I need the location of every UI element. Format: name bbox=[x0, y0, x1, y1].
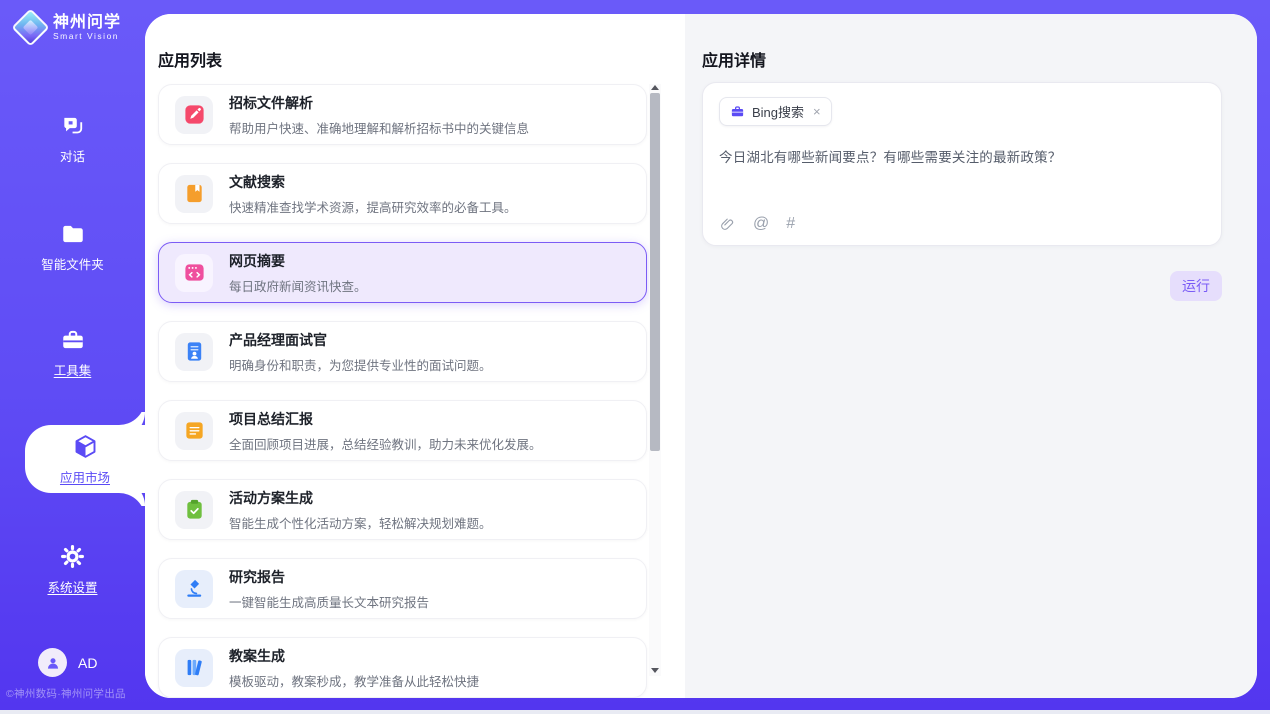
app-description: 智能生成个性化活动方案，轻松解决规划难题。 bbox=[229, 513, 492, 532]
sidebar-item-toolset[interactable]: 工具集 bbox=[0, 322, 145, 384]
app-description: 每日政府新闻资讯快查。 bbox=[229, 276, 367, 295]
app-description: 明确身份和职责，为您提供专业性的面试问题。 bbox=[229, 355, 492, 374]
sidebar-item-label: 对话 bbox=[60, 146, 85, 165]
copyright-footer: ©神州数码·神州问学出品 bbox=[6, 686, 145, 701]
icon-tile bbox=[175, 649, 213, 687]
app-card-event-plan[interactable]: 活动方案生成 智能生成个性化活动方案，轻松解决规划难题。 bbox=[158, 479, 647, 540]
chip-close-icon[interactable]: × bbox=[813, 104, 821, 119]
app-description: 模板驱动，教案秒成，教学准备从此轻松快捷 bbox=[229, 671, 479, 690]
icon-tile bbox=[175, 96, 213, 134]
app-name: 研究报告 bbox=[229, 567, 429, 587]
app-list-title: 应用列表 bbox=[158, 47, 222, 71]
app-card-list: 招标文件解析 帮助用户快速、准确地理解和解析招标书中的关键信息 bbox=[158, 84, 647, 698]
run-row: 运行 bbox=[702, 271, 1222, 301]
tool-chip-bing-search[interactable]: Bing搜索 × bbox=[719, 97, 832, 126]
main-panel: 应用列表 招标文件解析 帮助用户快速 bbox=[145, 14, 1257, 698]
app-description: 快速精准查找学术资源，提高研究效率的必备工具。 bbox=[229, 197, 517, 216]
run-button[interactable]: 运行 bbox=[1170, 271, 1222, 301]
app-card-literature-search[interactable]: 文献搜索 快速精准查找学术资源，提高研究效率的必备工具。 bbox=[158, 163, 647, 224]
scrollbar-thumb[interactable] bbox=[650, 93, 660, 451]
chat-icon bbox=[60, 113, 86, 139]
app-name: 网页摘要 bbox=[229, 251, 367, 271]
user-avatar-icon bbox=[38, 648, 67, 677]
prompt-text[interactable]: 今日湖北有哪些新闻要点？有哪些需要关注的最新政策？ bbox=[719, 146, 1205, 166]
icon-tile bbox=[175, 175, 213, 213]
app-name: 教案生成 bbox=[229, 646, 479, 666]
scrollbar-up-arrow-icon[interactable] bbox=[651, 85, 659, 90]
app-detail-panel: 应用详情 Bing搜索 × 今日湖北有哪些新闻要点？有哪些需要关注的最新政策？ bbox=[685, 14, 1257, 698]
app-list-panel: 应用列表 招标文件解析 帮助用户快速 bbox=[145, 14, 685, 698]
folder-icon bbox=[60, 221, 86, 247]
app-name: 文献搜索 bbox=[229, 172, 517, 192]
icon-tile bbox=[175, 412, 213, 450]
sidebar-item-label: 系统设置 bbox=[47, 577, 97, 596]
user-name: AD bbox=[78, 655, 97, 671]
app-name: 活动方案生成 bbox=[229, 488, 492, 508]
hash-icon[interactable]: # bbox=[786, 215, 795, 233]
icon-tile bbox=[175, 254, 213, 292]
icon-tile bbox=[175, 333, 213, 371]
browser-code-icon bbox=[183, 261, 206, 284]
app-description: 全面回顾项目进展，总结经验教训，助力未来优化发展。 bbox=[229, 434, 542, 453]
app-detail-title: 应用详情 bbox=[702, 47, 766, 71]
clipboard-check-icon bbox=[183, 498, 206, 521]
user-account[interactable]: AD bbox=[38, 648, 97, 677]
mention-icon[interactable]: @ bbox=[753, 215, 769, 233]
app-card-research-report[interactable]: 研究报告 一键智能生成高质量长文本研究报告 bbox=[158, 558, 647, 619]
app-name: 项目总结汇报 bbox=[229, 409, 542, 429]
books-icon bbox=[183, 656, 206, 679]
tool-chip-label: Bing搜索 bbox=[752, 102, 804, 121]
edit-document-icon bbox=[183, 103, 206, 126]
app-card-lesson-plan[interactable]: 教案生成 模板驱动，教案秒成，教学准备从此轻松快捷 bbox=[158, 637, 647, 698]
app-card-bid-parsing[interactable]: 招标文件解析 帮助用户快速、准确地理解和解析招标书中的关键信息 bbox=[158, 84, 647, 145]
sidebar-item-label: 应用市场 bbox=[60, 467, 110, 486]
prompt-card: Bing搜索 × 今日湖北有哪些新闻要点？有哪些需要关注的最新政策？ @ # bbox=[702, 82, 1222, 246]
app-description: 帮助用户快速、准确地理解和解析招标书中的关键信息 bbox=[229, 118, 529, 137]
briefcase-icon bbox=[730, 104, 745, 119]
sidebar-item-label: 智能文件夹 bbox=[41, 254, 104, 273]
sidebar-item-smart-folder[interactable]: 智能文件夹 bbox=[0, 216, 145, 278]
interview-document-icon bbox=[183, 340, 206, 363]
sidebar-item-settings[interactable]: 系统设置 bbox=[0, 538, 145, 600]
list-scrollbar[interactable] bbox=[649, 84, 661, 676]
cube-icon bbox=[72, 433, 99, 460]
app-description: 一键智能生成高质量长文本研究报告 bbox=[229, 592, 429, 611]
app-name: 招标文件解析 bbox=[229, 93, 529, 113]
app-logo: 神州问学 Smart Vision bbox=[14, 14, 121, 41]
scrollbar-down-arrow-icon[interactable] bbox=[651, 668, 659, 673]
sidebar-item-chat[interactable]: 对话 bbox=[0, 108, 145, 170]
app-card-project-summary[interactable]: 项目总结汇报 全面回顾项目进展，总结经验教训，助力未来优化发展。 bbox=[158, 400, 647, 461]
app-frame: 神州问学 Smart Vision 对话 智能文件夹 bbox=[0, 0, 1270, 710]
paperclip-icon[interactable] bbox=[719, 216, 736, 233]
logo-title: 神州问学 bbox=[53, 14, 121, 31]
icon-tile bbox=[175, 570, 213, 608]
memo-icon bbox=[183, 419, 206, 442]
gear-icon bbox=[59, 543, 86, 570]
icon-tile bbox=[175, 491, 213, 529]
app-card-pm-interviewer[interactable]: 产品经理面试官 明确身份和职责，为您提供专业性的面试问题。 bbox=[158, 321, 647, 382]
app-name: 产品经理面试官 bbox=[229, 330, 492, 350]
microscope-icon bbox=[183, 577, 206, 600]
logo-subtitle: Smart Vision bbox=[53, 31, 121, 41]
book-icon bbox=[183, 182, 206, 205]
prompt-toolbar: @ # bbox=[719, 215, 795, 233]
sidebar-item-label: 工具集 bbox=[54, 360, 92, 379]
diamond-logo-icon bbox=[11, 8, 49, 46]
sidebar: 神州问学 Smart Vision 对话 智能文件夹 bbox=[0, 0, 145, 710]
sidebar-item-app-market[interactable]: 应用市场 bbox=[25, 425, 145, 493]
toolbox-icon bbox=[60, 327, 86, 353]
app-card-web-summary[interactable]: 网页摘要 每日政府新闻资讯快查。 bbox=[158, 242, 647, 303]
